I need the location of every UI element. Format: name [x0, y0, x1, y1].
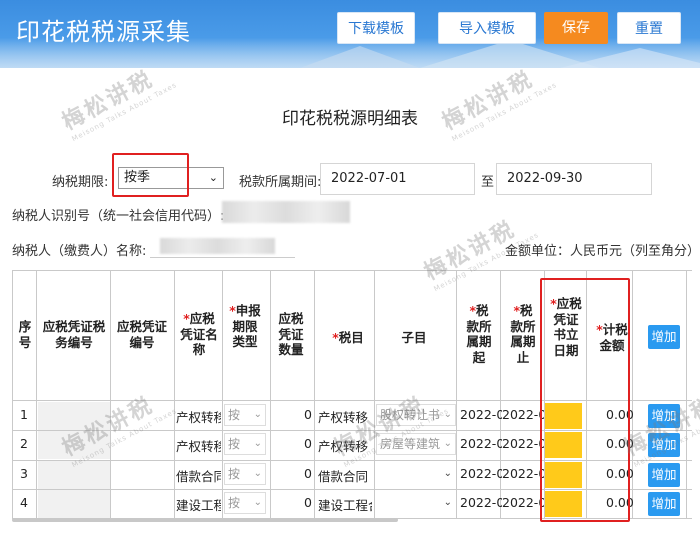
row-sub-item-select[interactable]: ⌄	[376, 492, 456, 514]
row-seq: 1	[20, 407, 28, 422]
row-tax-item[interactable]: 产权转移	[318, 436, 372, 455]
row-seq: 4	[20, 495, 28, 510]
reset-button[interactable]: 重置	[617, 12, 681, 44]
row-period-start[interactable]: 2022-0	[460, 407, 502, 422]
chevron-down-icon: ⌄	[253, 409, 262, 420]
taxpayer-id-label: 纳税人识别号（统一社会信用代码）:	[12, 209, 225, 224]
chevron-down-icon: ⌄	[253, 468, 262, 479]
row-period-start[interactable]: 2022-0	[460, 436, 502, 451]
col-header-period-start: *税款所属期起	[466, 303, 492, 365]
col-header-period-end: *税款所属期止	[510, 303, 536, 365]
col-header-doc-name: *应税凭证名称	[180, 311, 218, 357]
row-period-type-select[interactable]: 按 ⌄	[224, 492, 266, 514]
row-tax-doc-no	[38, 490, 110, 518]
import-template-button[interactable]: 导入模板	[438, 12, 536, 44]
row-tax-item[interactable]: 借款合同	[318, 466, 372, 485]
row-doc-qty[interactable]: 0	[304, 407, 312, 422]
row-tax-doc-no	[38, 402, 110, 430]
row-doc-qty[interactable]: 0	[304, 466, 312, 481]
row-period-type-select[interactable]: 按 ⌄	[224, 433, 266, 455]
row-doc-name[interactable]: 产权转移	[176, 436, 221, 455]
row-tax-item[interactable]: 产权转移	[318, 407, 372, 426]
highlight-box-period	[112, 153, 189, 197]
row-period-end[interactable]: 2022-0	[502, 407, 544, 422]
range-label: 税款所属期间:	[239, 175, 322, 190]
horizontal-scrollbar[interactable]	[12, 518, 398, 522]
row-doc-name[interactable]: 产权转移	[176, 407, 221, 426]
row-add-button[interactable]: 增加	[648, 404, 680, 428]
range-to-label: 至	[481, 175, 495, 190]
col-header-tax-doc-no: 应税凭证税务编号	[42, 319, 106, 350]
sheet-title: 印花税税源明细表	[282, 109, 418, 129]
app-title: 印花税税源采集	[16, 18, 191, 46]
highlight-box-date-amount	[540, 278, 630, 522]
row-period-start[interactable]: 2022-0	[460, 466, 502, 481]
add-header-button[interactable]: 增加	[648, 325, 680, 349]
currency-unit-label: 金额单位：人民币元（列至角分）	[505, 244, 700, 259]
row-doc-name[interactable]: 借款合同	[176, 466, 221, 485]
download-template-button[interactable]: 下载模板	[337, 12, 415, 44]
start-date-input[interactable]: 2022-07-01	[320, 163, 475, 195]
taxpayer-name-value-redacted	[160, 238, 275, 254]
save-button[interactable]: 保存	[544, 12, 608, 44]
chevron-down-icon: ⌄	[253, 438, 262, 449]
col-header-tax-item: *税目	[332, 330, 364, 345]
col-header-period-type: *申报期限类型	[229, 303, 261, 349]
chevron-down-icon: ⌄	[253, 497, 262, 508]
period-label: 纳税期限:	[52, 175, 109, 190]
row-period-end[interactable]: 2022-0	[502, 466, 544, 481]
row-sub-item-select[interactable]: 股权转让书 ⌄	[376, 404, 456, 426]
header-decoration	[300, 46, 420, 68]
header-decoration	[560, 48, 700, 68]
end-date-input[interactable]: 2022-09-30	[496, 163, 652, 195]
row-period-type-select[interactable]: 按 ⌄	[224, 404, 266, 426]
row-period-end[interactable]: 2022-0	[502, 436, 544, 451]
col-header-seq: 序号	[18, 319, 32, 350]
col-header-sub-item: 子目	[401, 330, 427, 345]
taxpayer-name-label: 纳税人（缴费人）名称:	[12, 244, 147, 259]
col-header-doc-no: 应税凭证编号	[116, 319, 167, 350]
row-sub-item-select[interactable]: 房屋等建筑 ⌄	[376, 433, 456, 455]
chevron-down-icon: ⌄	[443, 438, 452, 449]
row-doc-qty[interactable]: 0	[304, 436, 312, 451]
row-add-button[interactable]: 增加	[648, 492, 680, 516]
row-period-type-select[interactable]: 按 ⌄	[224, 463, 266, 485]
row-add-button[interactable]: 增加	[648, 463, 680, 487]
row-tax-doc-no	[38, 431, 110, 459]
row-period-start[interactable]: 2022-0	[460, 495, 502, 510]
chevron-down-icon: ⌄	[443, 409, 452, 420]
chevron-down-icon: ⌄	[208, 171, 218, 184]
row-period-end[interactable]: 2022-0	[502, 495, 544, 510]
col-header-doc-qty: 应税凭证数量	[278, 311, 304, 357]
row-doc-qty[interactable]: 0	[304, 495, 312, 510]
row-seq: 2	[20, 436, 28, 451]
row-tax-item[interactable]: 建设工程合	[318, 495, 372, 514]
row-sub-item-select[interactable]: ⌄	[376, 463, 456, 485]
row-doc-name[interactable]: 建设工程	[176, 495, 221, 514]
header-bar: 印花税税源采集 下载模板 导入模板 保存 重置	[0, 0, 700, 68]
row-seq: 3	[20, 466, 28, 481]
row-tax-doc-no	[38, 461, 110, 489]
row-add-button[interactable]: 增加	[648, 433, 680, 457]
taxpayer-id-value-redacted	[222, 201, 350, 223]
chevron-down-icon: ⌄	[443, 497, 452, 508]
chevron-down-icon: ⌄	[443, 468, 452, 479]
